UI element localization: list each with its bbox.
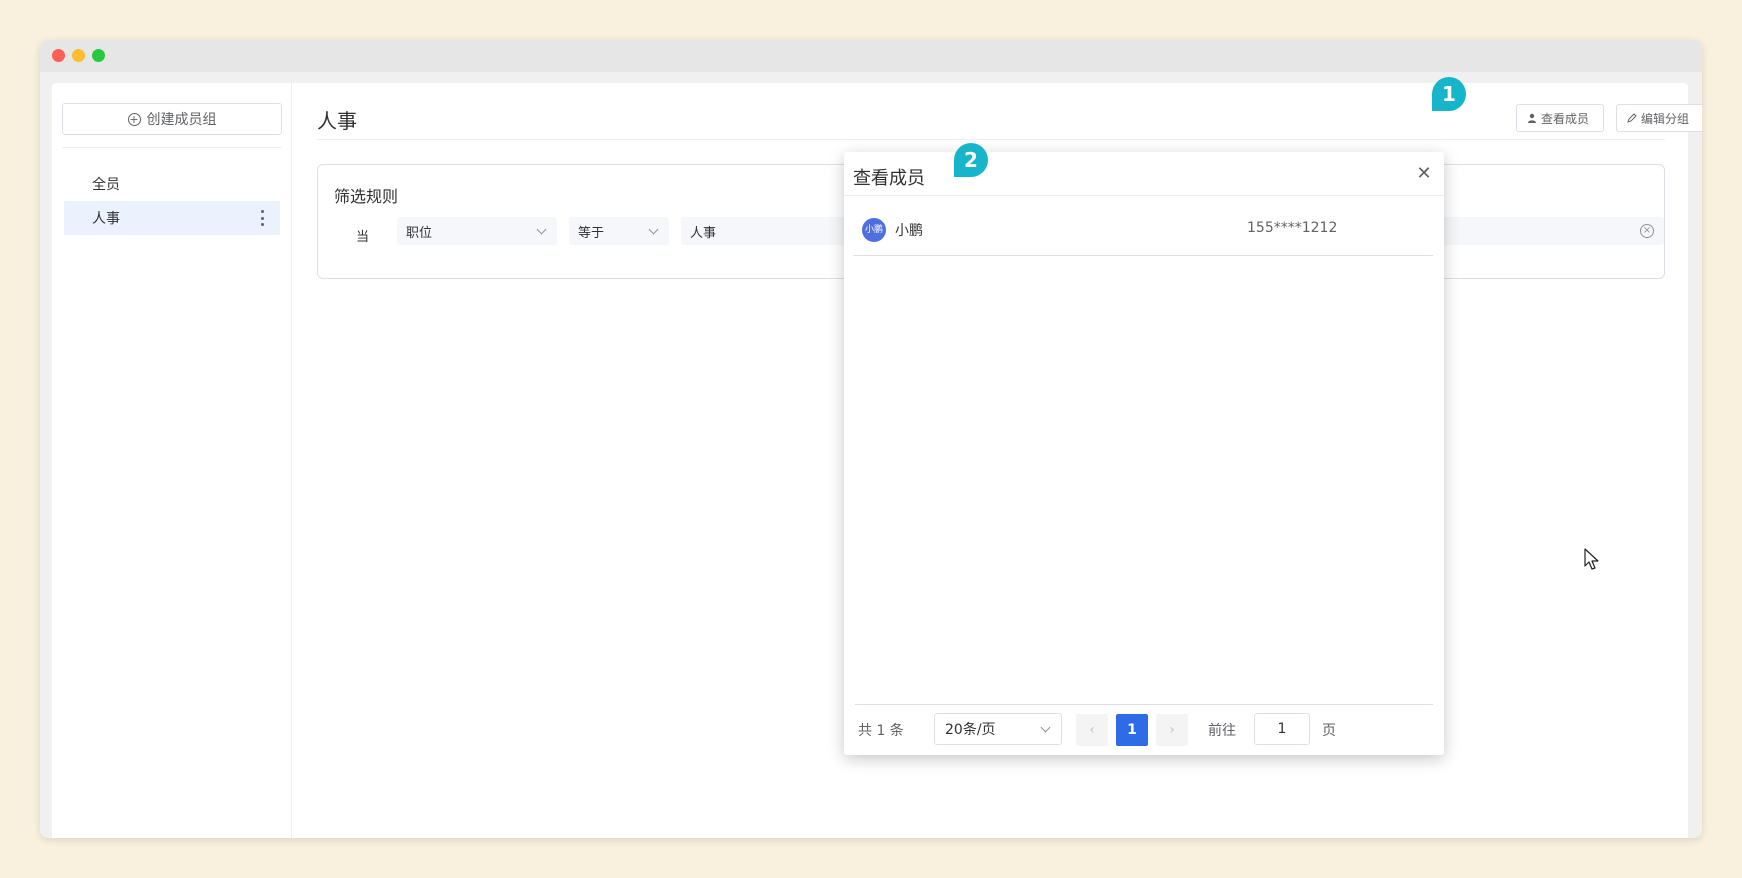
more-options-icon[interactable]: [260, 210, 264, 226]
dialog-header-divider: [844, 195, 1444, 196]
chevron-right-icon: ›: [1169, 722, 1175, 738]
edit-group-label: 编辑分组: [1641, 111, 1690, 126]
chevron-down-icon: [1040, 722, 1051, 733]
field-select-value: 职位: [406, 225, 433, 241]
sidebar-divider: [62, 147, 282, 148]
member-name: 小鹏: [895, 223, 923, 239]
filter-rules-title: 筛选规则: [334, 187, 399, 206]
header-divider: [317, 139, 1665, 140]
sidebar: + 创建成员组 全员 人事: [52, 83, 292, 838]
view-members-label: 查看成员: [1541, 111, 1590, 126]
page-size-select[interactable]: 20条/页: [934, 713, 1062, 745]
list-item: 小鹏 小鹏 155****1212: [853, 204, 1433, 256]
minimize-window-icon[interactable]: [72, 49, 85, 62]
plus-circle-icon: +: [127, 112, 141, 126]
close-window-icon[interactable]: [52, 49, 65, 62]
title-bar: [40, 40, 1702, 72]
field-select[interactable]: 职位: [397, 217, 557, 245]
goto-label: 前往: [1208, 723, 1236, 739]
condition-when-label: 当: [356, 230, 370, 245]
close-icon[interactable]: ✕: [1416, 165, 1432, 183]
edit-group-button[interactable]: 编辑分组: [1616, 104, 1702, 132]
page-unit-label: 页: [1322, 723, 1336, 739]
create-group-label: 创建成员组: [146, 112, 217, 128]
pagination-total: 共 1 条: [858, 723, 904, 739]
view-members-button[interactable]: 查看成员: [1516, 104, 1604, 132]
goto-page-input[interactable]: 1: [1254, 713, 1310, 745]
chevron-left-icon: ‹: [1089, 722, 1095, 738]
avatar: 小鹏: [862, 218, 886, 242]
step-badge-2: 2: [954, 143, 988, 177]
create-group-button[interactable]: + 创建成员组: [62, 103, 282, 135]
next-page-button[interactable]: ›: [1156, 714, 1188, 746]
pencil-icon: [1627, 113, 1637, 123]
pagination: 共 1 条 20条/页 ‹ 1 › 前往 1 页: [858, 711, 1428, 746]
prev-page-button[interactable]: ‹: [1076, 714, 1108, 746]
clear-icon[interactable]: ×: [1640, 224, 1654, 238]
chevron-down-icon: [536, 224, 547, 235]
sidebar-item-label: 全员: [92, 177, 120, 193]
maximize-window-icon[interactable]: [92, 49, 105, 62]
value-select-value: 人事: [690, 225, 717, 241]
sidebar-item-all[interactable]: 全员: [64, 167, 280, 201]
operator-select[interactable]: 等于: [569, 217, 669, 245]
dialog-title: 查看成员: [853, 168, 925, 189]
page-size-value: 20条/页: [945, 722, 996, 738]
view-members-dialog: 查看成员 ✕ 小鹏 小鹏 155****1212 共 1 条 20条/页 ‹ 1…: [844, 152, 1444, 755]
user-icon: [1528, 113, 1536, 123]
current-page-button[interactable]: 1: [1116, 714, 1148, 746]
sidebar-item-hr[interactable]: 人事: [64, 201, 280, 235]
mouse-cursor-icon: [1584, 548, 1599, 570]
member-phone: 155****1212: [1247, 220, 1338, 236]
chevron-down-icon: [648, 224, 659, 235]
step-badge-1: 1: [1432, 77, 1466, 111]
pagination-divider: [855, 704, 1433, 705]
sidebar-item-label: 人事: [92, 211, 120, 227]
operator-select-value: 等于: [578, 225, 605, 241]
page-title: 人事: [317, 109, 357, 133]
